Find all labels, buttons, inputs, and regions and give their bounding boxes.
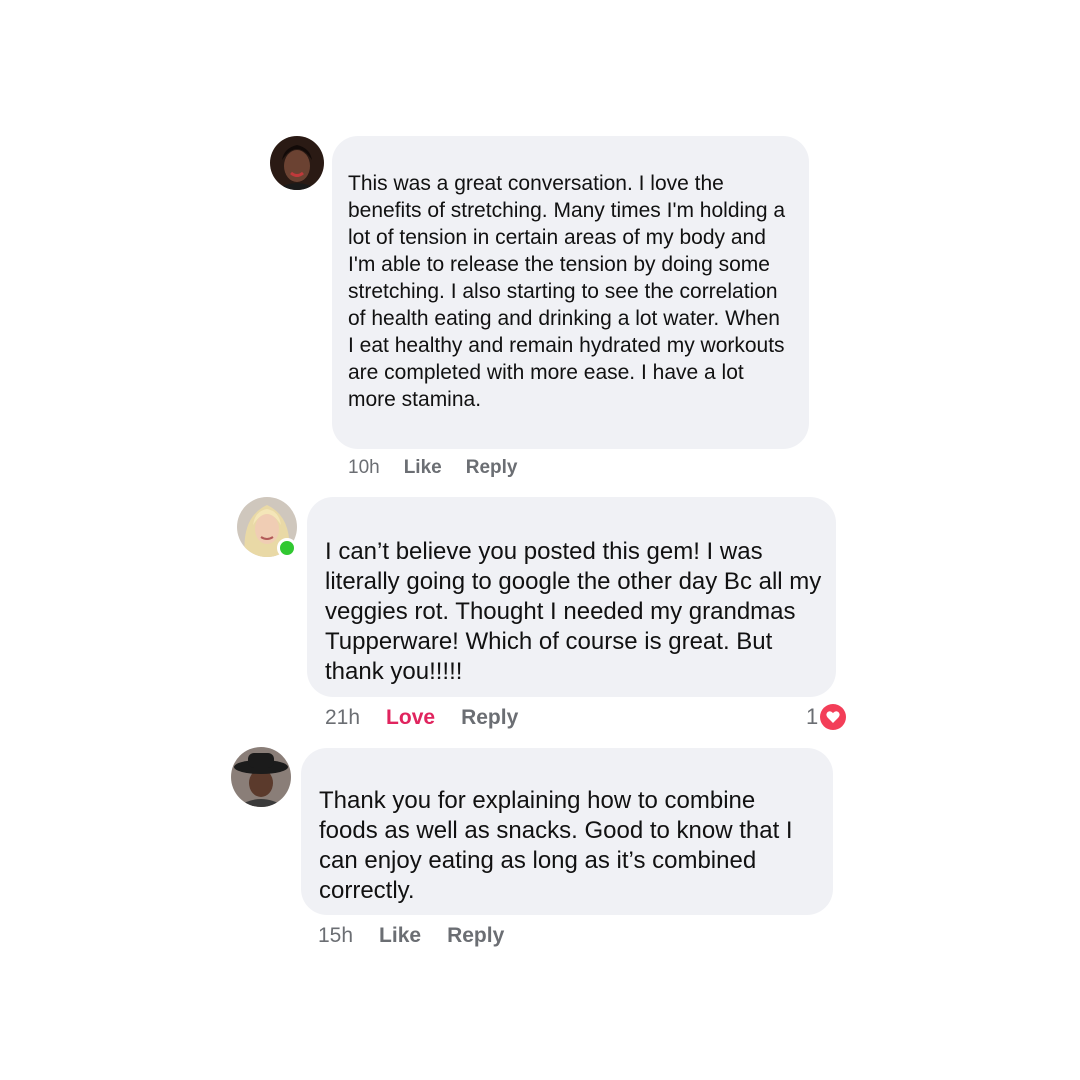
comment-bubble: Thank you for explaining how to combine … [301,748,833,915]
comment-actions: 10h Like Reply [348,455,517,481]
reply-button[interactable]: Reply [461,706,518,730]
reply-button[interactable]: Reply [447,924,504,948]
like-button[interactable]: Like [379,924,421,948]
like-button[interactable]: Like [404,457,442,479]
comment-bubble: This was a great conversation. I love th… [332,136,809,449]
love-button[interactable]: Love [386,706,435,730]
online-status-dot [277,538,297,558]
user-avatar-icon[interactable] [231,747,291,807]
heart-icon [820,704,847,730]
user-avatar-icon[interactable] [270,136,324,190]
comment-actions: 15h Like Reply [318,922,504,950]
comment-actions: 21h Love Reply [325,704,518,732]
reaction-summary[interactable]: 1 [806,703,847,731]
timestamp: 15h [318,924,354,947]
comment-text: Thank you for explaining how to combine … [319,787,793,904]
comment-text: I can’t believe you posted this gem! I w… [325,538,822,685]
timestamp: 21h [325,706,361,729]
reply-button[interactable]: Reply [466,457,518,479]
comment-text: This was a great conversation. I love th… [348,172,786,411]
comment-bubble: I can’t believe you posted this gem! I w… [307,497,836,697]
timestamp: 10h [348,457,380,478]
reaction-count: 1 [806,704,819,729]
